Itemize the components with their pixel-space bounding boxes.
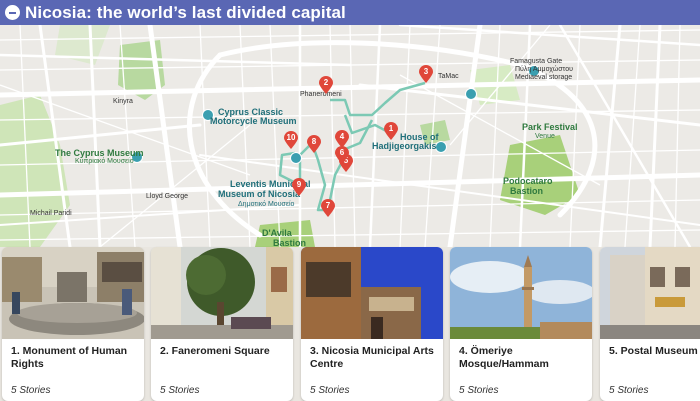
map-label: Κυπριακό Μουσείο — [75, 158, 134, 165]
stop-photo — [2, 247, 144, 339]
stop-card-title: 2. Faneromeni Square — [160, 345, 270, 357]
stop-card-title: 1. Monument of Human Rights — [11, 345, 128, 370]
stop-card-stories: 5 Stories — [609, 385, 649, 396]
map-label: Bastion — [510, 186, 544, 196]
map-label: Bastion — [273, 238, 307, 248]
map-label: Mediaeval storage — [515, 74, 573, 81]
route-stop-marker[interactable]: 2 — [319, 76, 333, 94]
map-label: Michail Paridi — [30, 210, 72, 217]
map-view[interactable]: Kinyra The Cyprus Museum Κυπριακό Μουσεί… — [0, 25, 700, 247]
map-label: Δημοτικό Μουσείο — [238, 201, 295, 208]
map-label: Motorcycle Museum — [210, 116, 297, 126]
map-label: Hadjigeorgakis — [372, 141, 437, 151]
map-label: Museum of Nicosia — [218, 189, 301, 199]
landmark-poi-icon[interactable] — [465, 88, 477, 100]
map-label: D'Avila — [262, 228, 292, 238]
stop-photo — [301, 247, 443, 339]
stop-card-title: 3. Nicosia Municipal Arts Centre — [310, 345, 434, 370]
stop-photo — [600, 247, 700, 339]
map-label: Kinyra — [113, 98, 133, 105]
map-label: Lloyd George — [146, 193, 189, 200]
stop-photo — [450, 247, 592, 339]
stop-card-title: 5. Postal Museum — [609, 345, 698, 357]
route-stop-marker[interactable]: 7 — [321, 199, 335, 217]
map-label: Park Festival — [522, 122, 578, 132]
stop-card-stories: 5 Stories — [160, 385, 200, 396]
map-label: House of — [400, 132, 439, 142]
museum-poi-icon[interactable] — [290, 152, 302, 164]
stop-card-title: 4. Ömeriye Mosque/Hammam — [459, 345, 549, 370]
stop-card[interactable]: 1. Monument of Human Rights 5 Stories — [2, 247, 144, 401]
map-label: Podocataro — [503, 176, 553, 186]
route-stop-marker[interactable]: 10 — [284, 131, 298, 149]
route-stop-marker[interactable]: 3 — [419, 65, 433, 83]
stop-card-stories: 5 Stories — [459, 385, 499, 396]
app-header: Nicosia: the world’s last divided capita… — [0, 0, 700, 25]
route-stop-marker[interactable]: 1 — [384, 122, 398, 140]
route-stop-marker[interactable]: 6 — [335, 146, 349, 164]
map-label: Cyprus Classic — [218, 107, 284, 117]
museum-poi-icon[interactable] — [435, 141, 447, 153]
map-label: TaMac — [438, 73, 459, 80]
map-label: Venue — [535, 133, 555, 140]
page-title: Nicosia: the world’s last divided capita… — [25, 2, 346, 22]
stop-card-stories: 5 Stories — [11, 385, 51, 396]
stop-card[interactable]: 4. Ömeriye Mosque/Hammam 5 Stories — [450, 247, 592, 401]
map-label: Famagusta Gate — [510, 58, 563, 65]
stop-card[interactable]: 2. Faneromeni Square 5 Stories — [151, 247, 293, 401]
stop-card[interactable]: 3. Nicosia Municipal Arts Centre 5 Stori… — [301, 247, 443, 401]
map-label: The Cyprus Museum — [55, 148, 144, 158]
map-label: Πύλη Αμμοχώστου — [515, 66, 573, 73]
stop-cards-carousel[interactable]: 1. Monument of Human Rights 5 Stories 2.… — [0, 247, 700, 401]
route-stop-marker[interactable]: 9 — [292, 178, 306, 196]
stop-card-stories: 5 Stories — [310, 385, 350, 396]
route-stop-marker[interactable]: 8 — [307, 135, 321, 153]
stop-card[interactable]: 5. Postal Museum 5 Stories — [600, 247, 700, 401]
map-streets — [0, 25, 700, 247]
stop-photo — [151, 247, 293, 339]
minus-circle-icon — [5, 5, 20, 20]
